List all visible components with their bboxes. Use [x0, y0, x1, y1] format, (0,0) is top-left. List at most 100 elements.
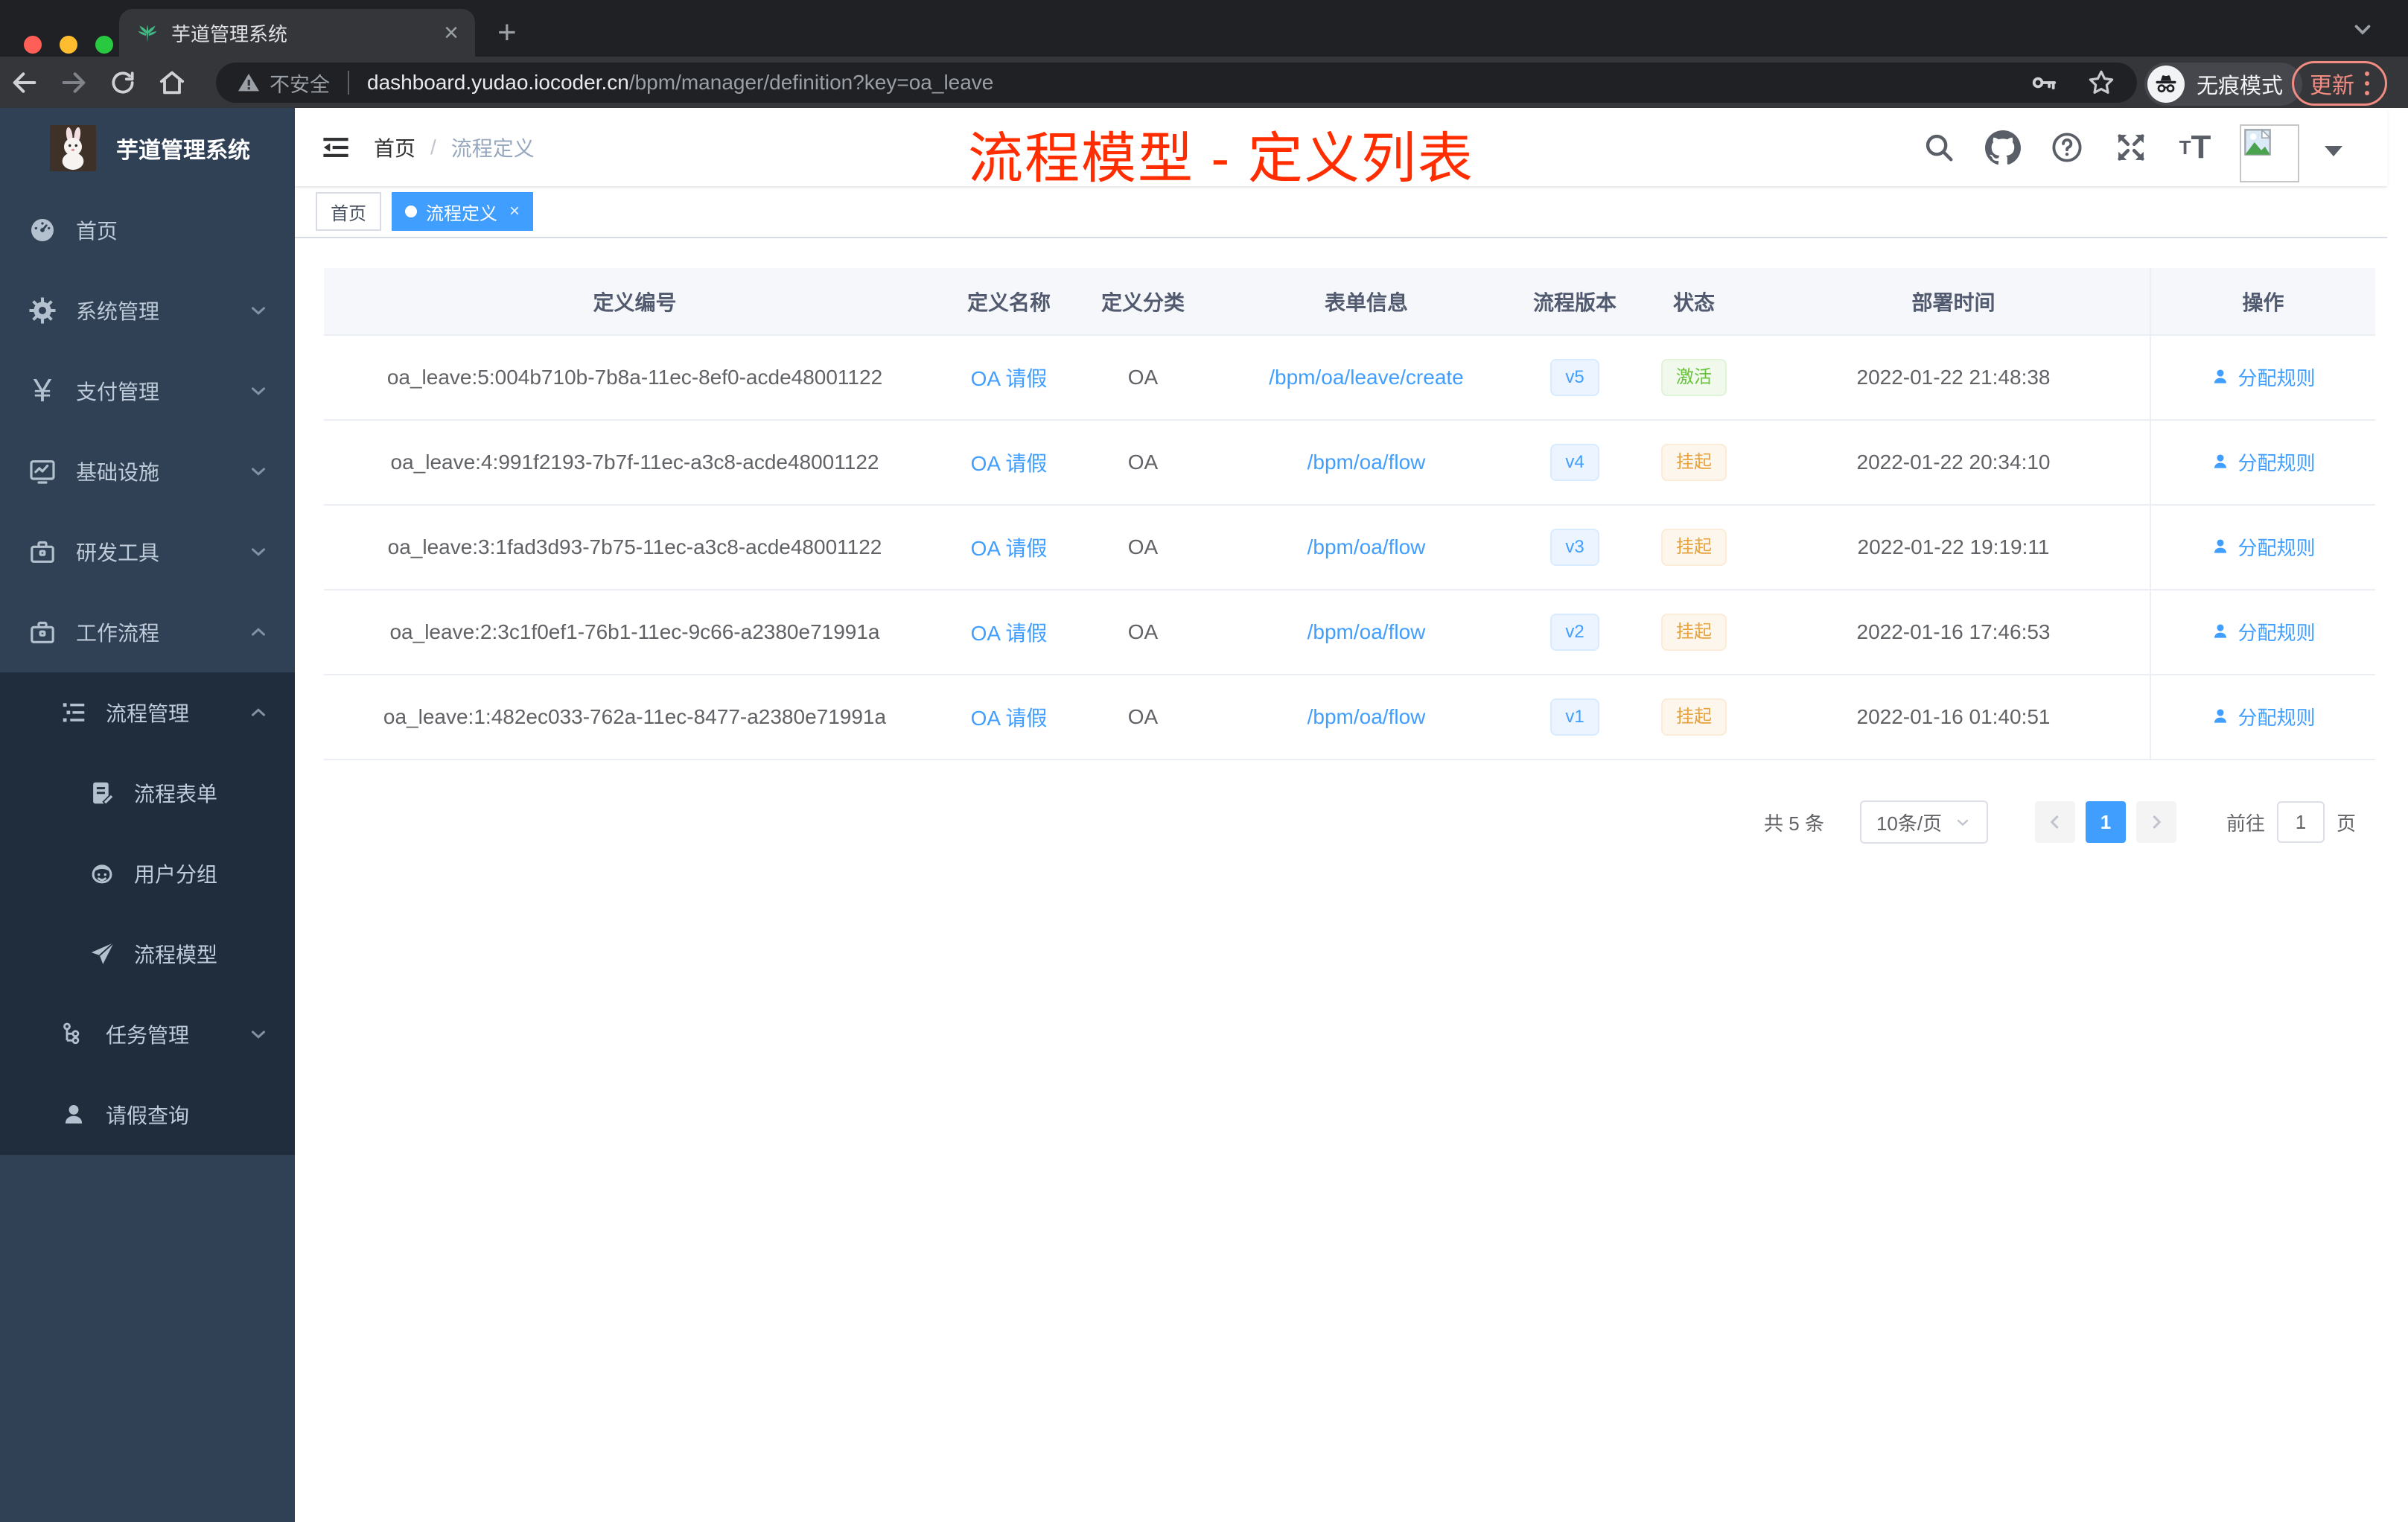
breadcrumb-home-link[interactable]: 首页 [374, 133, 415, 162]
form-info-link[interactable]: /bpm/oa/flow [1307, 620, 1426, 643]
col-form-info: 表单信息 [1214, 268, 1519, 336]
briefcase-icon [27, 617, 58, 648]
definition-name-link[interactable]: OA 请假 [971, 707, 1048, 730]
help-question-icon[interactable] [2048, 128, 2086, 167]
browser-tab[interactable]: 芋道管理系统 × [119, 9, 475, 57]
sidebar-item-devtools[interactable]: 研发工具 [0, 512, 295, 592]
tab-search-chevron-icon[interactable] [2350, 16, 2375, 42]
definition-name-link[interactable]: OA 请假 [971, 622, 1048, 645]
tag-process-definition[interactable]: 流程定义 × [392, 192, 534, 231]
definition-name-link[interactable]: OA 请假 [971, 452, 1048, 475]
browser-menu-icon[interactable] [2365, 71, 2369, 95]
sidebar-item-process-model[interactable]: 流程模型 [0, 914, 295, 994]
definition-name-link[interactable]: OA 请假 [971, 537, 1048, 560]
close-window-button[interactable] [24, 36, 42, 54]
tag-home[interactable]: 首页 [316, 192, 381, 231]
page-number-input[interactable] [2276, 801, 2325, 843]
sidebar-item-payment[interactable]: ¥ 支付管理 [0, 351, 295, 431]
sidebar-item-infra[interactable]: 基础设施 [0, 431, 295, 512]
status-badge: 挂起 [1661, 443, 1727, 482]
sidebar-item-task-mgmt[interactable]: 任务管理 [0, 994, 295, 1074]
table-row: oa_leave:5:004b710b-7b8a-11ec-8ef0-acde4… [324, 335, 2375, 421]
sidebar-item-label: 首页 [76, 220, 118, 243]
tags-view-bar: 首页 流程定义 × [295, 186, 2387, 238]
assign-rule-link[interactable]: 分配规则 [2211, 618, 2316, 646]
tab-close-icon[interactable]: × [444, 20, 459, 45]
next-page-button[interactable] [2135, 801, 2176, 843]
breadcrumb-current: 流程定义 [450, 136, 535, 160]
url-path: /bpm/manager/definition?key=oa_leave [628, 71, 994, 94]
version-badge: v2 [1550, 613, 1599, 652]
sidebar-item-label: 研发工具 [76, 541, 160, 564]
select-chevron-icon [1957, 819, 1969, 827]
new-tab-button[interactable]: + [497, 13, 517, 52]
chevron-down-icon [247, 1023, 270, 1045]
security-warning-icon[interactable] [237, 71, 261, 95]
sidebar-logo[interactable]: 芋道管理系统 [0, 108, 295, 188]
workflow-submenu: 流程管理 流程表单 用户分组 流程模型 任务管理 请假查询 [0, 672, 295, 1155]
col-actions: 操作 [2150, 268, 2375, 336]
col-deploy-time: 部署时间 [1757, 268, 2150, 336]
form-info-link[interactable]: /bpm/oa/leave/create [1269, 366, 1464, 389]
search-icon[interactable] [1920, 128, 1958, 167]
password-key-icon[interactable] [2030, 69, 2058, 97]
sidebar-item-user-group[interactable]: 用户分组 [0, 833, 295, 914]
table-row: oa_leave:4:991f2193-7b7f-11ec-a3c8-acde4… [324, 420, 2375, 506]
sidebar-fold-icon[interactable] [320, 132, 351, 163]
page-size-select[interactable]: 10条/页 [1859, 800, 1988, 844]
sidebar-item-workflow[interactable]: 工作流程 [0, 592, 295, 672]
definition-name-link[interactable]: OA 请假 [971, 367, 1048, 390]
avatar-caret-icon[interactable] [2325, 145, 2342, 156]
assign-rule-link[interactable]: 分配规则 [2211, 448, 2316, 476]
browser-toolbar: 不安全 dashboard.yudao.iocoder.cn/bpm/manag… [0, 57, 2408, 108]
table-row: oa_leave:2:3c1f0ef1-76b1-11ec-9c66-a2380… [324, 590, 2375, 675]
url-bar[interactable]: 不安全 dashboard.yudao.iocoder.cn/bpm/manag… [216, 63, 2137, 103]
breadcrumb-separator: / [430, 135, 436, 159]
zoom-window-button[interactable] [95, 36, 113, 54]
screen: 芋道管理系统 × + 不安全 dashboard.yudao.iocoder.c… [0, 0, 2408, 1522]
page-scrollbar-gutter[interactable] [2387, 108, 2408, 1522]
github-icon[interactable] [1984, 128, 2022, 167]
assign-rule-link[interactable]: 分配规则 [2211, 363, 2316, 391]
user-avatar[interactable] [2240, 124, 2299, 182]
prev-page-button[interactable] [2034, 801, 2075, 843]
main-area: 首页 / 流程定义 流程模型 - 定义列表 T T 首页 流程定义 × 定义编号… [295, 108, 2387, 1522]
assign-rule-link[interactable]: 分配规则 [2211, 533, 2316, 561]
definition-id: oa_leave:2:3c1f0ef1-76b1-11ec-9c66-a2380… [389, 620, 880, 643]
minimize-window-button[interactable] [60, 36, 77, 54]
url-text[interactable]: dashboard.yudao.iocoder.cn/bpm/manager/d… [367, 71, 993, 95]
chevron-down-icon [247, 299, 270, 322]
assign-rule-link[interactable]: 分配规则 [2211, 703, 2316, 730]
person-icon [2214, 624, 2227, 638]
sidebar-item-home[interactable]: 首页 [0, 190, 295, 270]
security-label[interactable]: 不安全 [270, 69, 330, 98]
sidebar-item-leave-query[interactable]: 请假查询 [0, 1074, 295, 1155]
version-badge: v4 [1550, 443, 1599, 482]
status-badge: 激活 [1661, 358, 1727, 397]
bookmark-star-icon[interactable] [2086, 68, 2116, 98]
sidebar-item-process-mgmt[interactable]: 流程管理 [0, 672, 295, 753]
forward-button[interactable] [49, 68, 98, 98]
definition-category: OA [1127, 450, 1159, 474]
form-info-link[interactable]: /bpm/oa/flow [1307, 450, 1426, 474]
sidebar-item-system[interactable]: 系统管理 [0, 270, 295, 351]
current-page-button[interactable]: 1 [2085, 801, 2126, 843]
org-tree-icon [58, 1019, 89, 1050]
chevron-up-icon [247, 621, 270, 643]
back-button[interactable] [0, 68, 49, 98]
home-button[interactable] [147, 68, 197, 98]
reload-button[interactable] [98, 69, 147, 97]
window-controls[interactable] [24, 36, 113, 54]
sidebar-item-process-form[interactable]: 流程表单 [0, 753, 295, 833]
person-icon [2214, 369, 2227, 383]
font-size-icon[interactable]: TT [2176, 128, 2214, 167]
sidebar-item-label: 支付管理 [76, 380, 160, 404]
browser-update-button[interactable]: 更新 [2292, 61, 2387, 106]
tag-close-icon[interactable]: × [509, 203, 520, 220]
form-info-link[interactable]: /bpm/oa/flow [1307, 535, 1426, 558]
definition-id: oa_leave:1:482ec033-762a-11ec-8477-a2380… [383, 705, 887, 728]
form-info-link[interactable]: /bpm/oa/flow [1307, 705, 1426, 728]
page-content: 定义编号 定义名称 定义分类 表单信息 流程版本 状态 部署时间 操作 oa_l… [295, 238, 2387, 1522]
url-domain: dashboard.yudao.iocoder.cn [367, 71, 629, 94]
fullscreen-icon[interactable] [2112, 128, 2150, 167]
